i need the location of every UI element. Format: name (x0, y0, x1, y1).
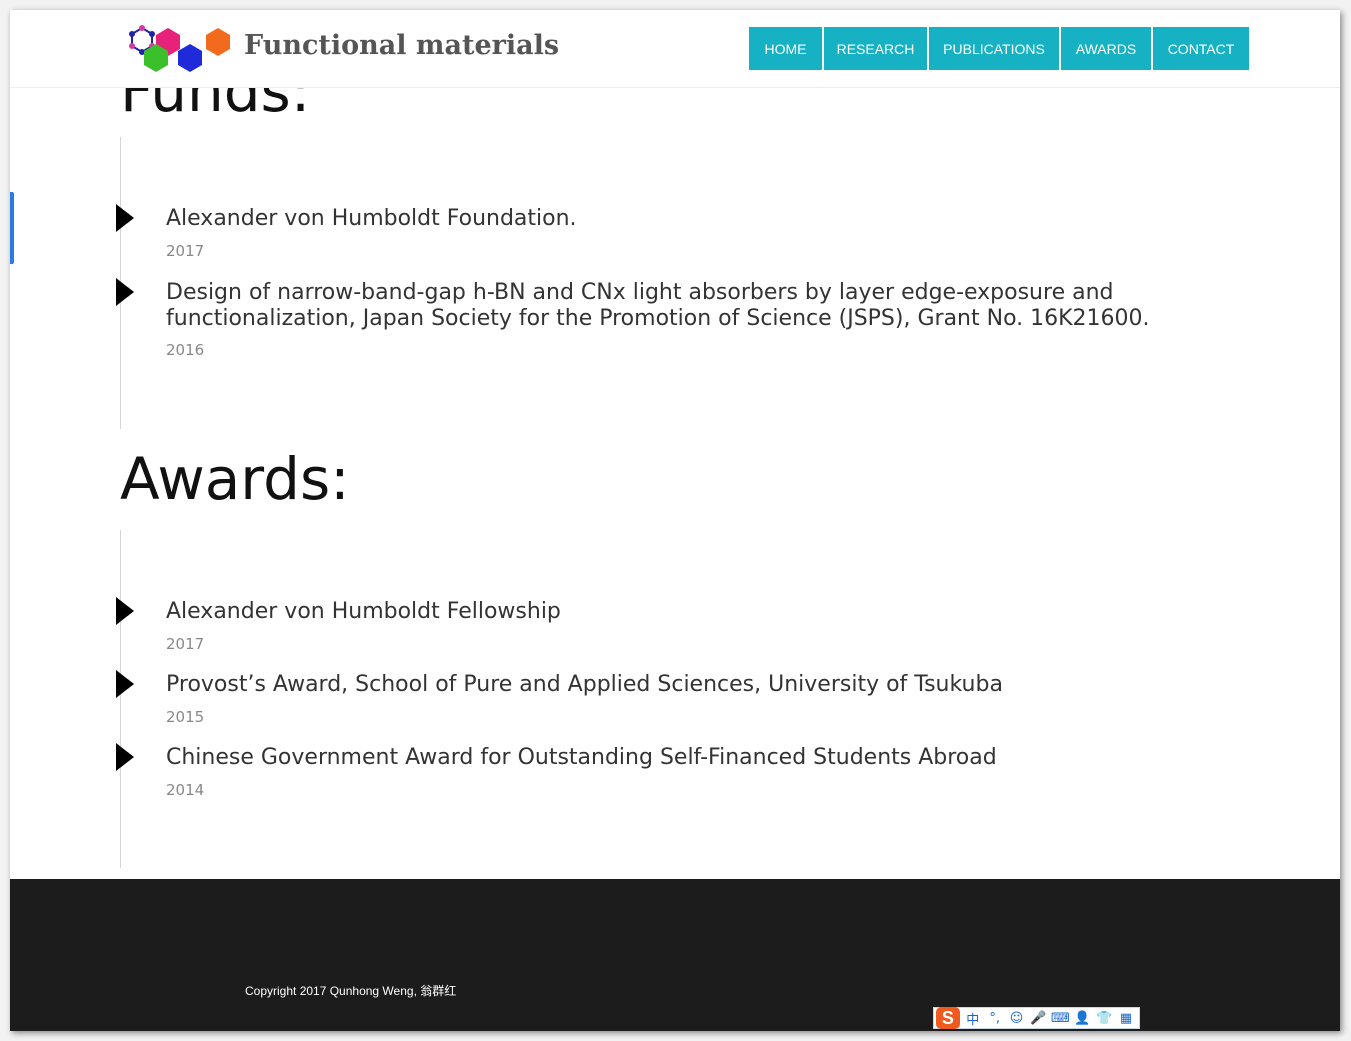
awards-item-title: Alexander von Humboldt Fellowship (166, 599, 561, 624)
funds-item-title: Design of narrow-band-gap h-BN and CNx l… (166, 280, 1150, 331)
scroll-indicator[interactable] (10, 192, 14, 264)
copyright-text: Copyright 2017 Qunhong Weng, 翁群红 (245, 984, 457, 998)
triangle-marker-icon (116, 670, 134, 698)
chinese-mode-icon[interactable]: 中 (964, 1009, 982, 1028)
sogou-logo-icon[interactable]: S (936, 1007, 960, 1029)
ime-toolbar: S 中 °, ☺ 🎤 ⌨ 👤 👕 ▦ (933, 1007, 1140, 1029)
browser-page: Funds: Alexander von Humboldt Foundation… (10, 10, 1340, 1031)
punctuation-icon[interactable]: °, (986, 1009, 1004, 1027)
user-icon[interactable]: 👤 (1073, 1009, 1091, 1027)
nav-research[interactable]: RESEARCH (824, 27, 927, 70)
site-brand[interactable]: Functional materials (244, 30, 559, 61)
skin-icon[interactable]: 👕 (1095, 1009, 1113, 1027)
nav-home[interactable]: HOME (749, 27, 822, 70)
awards-item-2: Provost’s Award, School of Pure and Appl… (116, 670, 1216, 732)
awards-heading: Awards: (120, 445, 350, 513)
awards-item-1: Alexander von Humboldt Fellowship 2017 (116, 597, 1216, 659)
awards-item-year: 2014 (166, 781, 205, 799)
awards-item-year: 2017 (166, 635, 205, 653)
awards-item-title: Provost’s Award, School of Pure and Appl… (166, 672, 1003, 697)
triangle-marker-icon (116, 278, 134, 306)
triangle-marker-icon (116, 743, 134, 771)
funds-item-2: Design of narrow-band-gap h-BN and CNx l… (116, 278, 1216, 370)
site-header: Functional materials HOME RESEARCH PUBLI… (10, 10, 1340, 88)
nav-publications[interactable]: PUBLICATIONS (929, 27, 1059, 70)
triangle-marker-icon (116, 597, 134, 625)
awards-item-3: Chinese Government Award for Outstanding… (116, 743, 1216, 805)
microphone-icon[interactable]: 🎤 (1029, 1009, 1047, 1027)
awards-item-year: 2015 (166, 708, 205, 726)
keyboard-icon[interactable]: ⌨ (1051, 1009, 1070, 1027)
site-footer: Copyright 2017 Qunhong Weng, 翁群红 (10, 879, 1340, 1031)
menu-grid-icon[interactable]: ▦ (1117, 1009, 1135, 1027)
awards-item-title: Chinese Government Award for Outstanding… (166, 745, 997, 770)
funds-item-title: Alexander von Humboldt Foundation. (166, 206, 577, 231)
nav-awards[interactable]: AWARDS (1061, 27, 1151, 70)
main-nav: HOME RESEARCH PUBLICATIONS AWARDS CONTAC… (749, 27, 1249, 70)
funds-item-1: Alexander von Humboldt Foundation. 2017 (116, 204, 1216, 266)
funds-item-year: 2016 (166, 341, 205, 359)
nav-contact[interactable]: CONTACT (1153, 27, 1249, 70)
triangle-marker-icon (116, 204, 134, 232)
hexagon-logo-icon[interactable] (118, 24, 236, 72)
emoji-icon[interactable]: ☺ (1008, 1009, 1026, 1027)
funds-item-year: 2017 (166, 242, 205, 260)
